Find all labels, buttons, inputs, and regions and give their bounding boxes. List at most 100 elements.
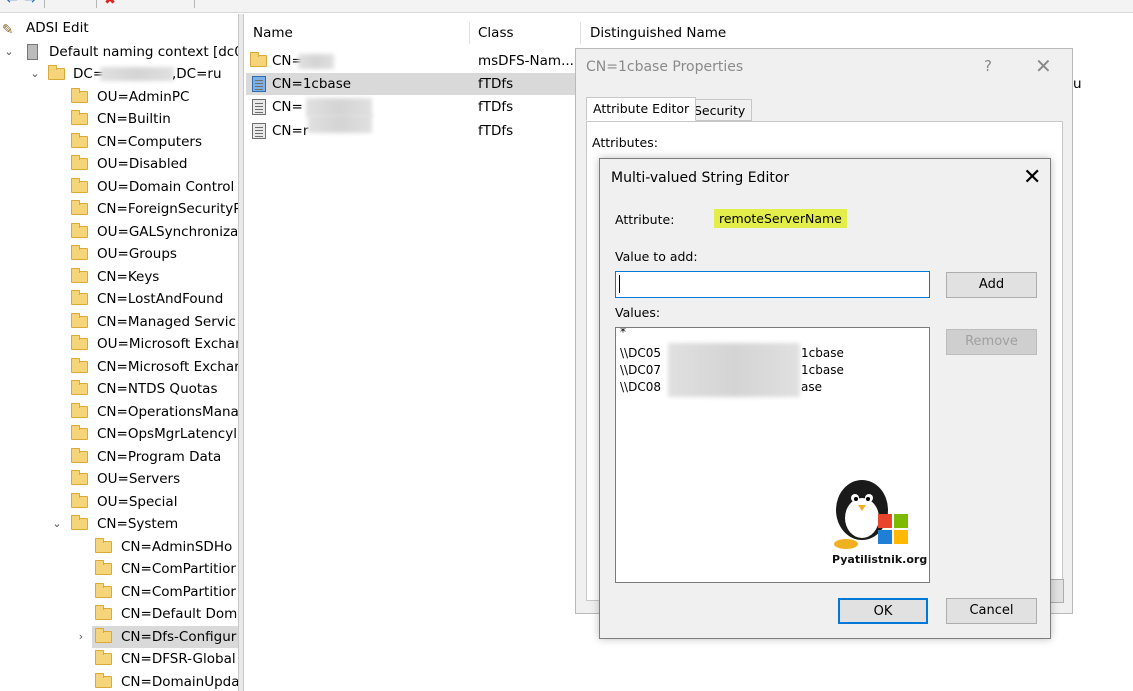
value-to-add-input[interactable] xyxy=(615,271,930,298)
tree-item[interactable]: OU=Microsoft Exchar xyxy=(0,333,238,355)
value-item[interactable]: \\DC07 1cbase xyxy=(620,362,844,378)
tree-item[interactable]: CN=OperationsMana xyxy=(0,401,238,423)
folder-icon xyxy=(71,245,88,260)
folder-icon xyxy=(71,515,88,530)
value-suffix: 1cbase xyxy=(801,346,844,360)
tree-item-selected[interactable]: › CN=Dfs-Configur xyxy=(79,626,238,648)
tree-item[interactable]: CN=ComPartitior xyxy=(0,558,238,580)
tree-item[interactable]: CN=Builtin xyxy=(0,108,238,130)
forward-arrow-icon[interactable]: → xyxy=(22,0,38,8)
remove-button[interactable]: Remove xyxy=(946,329,1037,355)
tree-item-label: CN=ForeignSecurityP xyxy=(97,201,238,217)
add-button[interactable]: Add xyxy=(946,272,1037,298)
tree-item[interactable]: CN=AdminSDHo xyxy=(0,536,238,558)
folder-icon xyxy=(71,470,88,485)
tree-item-label: CN=Keys xyxy=(97,269,160,285)
help-icon[interactable]: ▀ xyxy=(200,0,216,8)
refresh-icon[interactable]: ▀ xyxy=(146,0,162,8)
show-tree-icon[interactable]: ▀ xyxy=(72,0,88,8)
folder-icon xyxy=(71,200,88,215)
tree-item[interactable]: CN=Keys xyxy=(0,266,238,288)
tree-item-label: OU=Special xyxy=(97,494,178,510)
tree-naming-context[interactable]: ⌄ Default naming context [dc0 xyxy=(0,41,238,63)
tree-item-system[interactable]: ⌄ CN=System xyxy=(0,513,238,535)
chevron-down-icon[interactable]: ⌄ xyxy=(2,41,16,63)
tree-item[interactable]: CN=ForeignSecurityP xyxy=(0,198,238,220)
list-row-name: CN=r xyxy=(272,123,309,139)
redacted-values xyxy=(668,343,800,397)
tree-item[interactable]: OU=Groups xyxy=(0,243,238,265)
tree-item[interactable]: CN=LostAndFound xyxy=(0,288,238,310)
cancel-button[interactable]: Cancel xyxy=(946,598,1037,624)
adsi-edit-icon: ✎ xyxy=(2,22,14,38)
tree-item[interactable]: OU=Servers xyxy=(0,468,238,490)
tree-item[interactable]: CN=Computers xyxy=(0,131,238,153)
folder-icon xyxy=(71,380,88,395)
toolbar-separator xyxy=(44,0,45,8)
value-item[interactable]: * xyxy=(620,328,626,340)
tree-item-label: OU=Servers xyxy=(97,471,181,487)
folder-icon xyxy=(95,560,112,575)
tree-item-label: CN=Dfs-Configur xyxy=(121,629,237,645)
value-item[interactable]: \\DC08 ase xyxy=(620,379,822,395)
list-row-selected[interactable]: CN=1cbase fTDfs xyxy=(246,73,576,95)
chevron-right-icon[interactable]: › xyxy=(74,626,88,648)
tree-item-label: CN=Managed Servic xyxy=(97,314,236,330)
tree-item[interactable]: CN=Program Data xyxy=(0,446,238,468)
tree-item[interactable]: CN=Managed Servic xyxy=(0,311,238,333)
column-header-name[interactable]: Name xyxy=(253,19,293,47)
attributes-label: Attributes: xyxy=(592,135,658,150)
console-icon[interactable]: ▀ xyxy=(222,0,238,8)
close-button[interactable]: ✕ xyxy=(1035,54,1052,78)
tree-item-label: CN=ComPartitior xyxy=(121,561,236,577)
list-row[interactable]: CN=r fTDfs xyxy=(246,114,576,142)
tab-security[interactable]: Security xyxy=(687,99,753,121)
tree-item[interactable]: OU=Domain Control xyxy=(0,176,238,198)
tree-item[interactable]: CN=ComPartitior xyxy=(0,581,238,603)
tree-item-label: CN=Program Data xyxy=(97,449,222,465)
back-arrow-icon[interactable]: ← xyxy=(4,0,20,8)
folder-icon xyxy=(95,628,112,643)
tree-item[interactable]: OU=GALSynchroniza xyxy=(0,221,238,243)
list-row-name: CN= xyxy=(272,99,303,115)
column-header-dn[interactable]: Distinguished Name xyxy=(590,19,726,47)
tree-item[interactable]: CN=Default Dom xyxy=(0,603,238,625)
list-row-class: msDFS-Nam... xyxy=(478,53,574,69)
value-prefix: \\DC05 xyxy=(620,346,661,360)
tree-item[interactable]: OU=Disabled xyxy=(0,153,238,175)
export-icon[interactable]: ▀ xyxy=(168,0,184,8)
help-button[interactable]: ? xyxy=(984,57,992,75)
value-suffix: ase xyxy=(801,380,822,394)
chevron-down-icon[interactable]: ⌄ xyxy=(50,513,64,535)
folder-icon[interactable]: ▀ xyxy=(50,0,66,8)
tab-attribute-editor[interactable]: Attribute Editor xyxy=(586,97,697,121)
attribute-name: remoteServerName xyxy=(714,209,847,228)
folder-icon xyxy=(250,52,267,67)
tree-domain-suffix: ,DC=ru xyxy=(172,66,222,82)
server-icon xyxy=(27,44,38,60)
tree-item[interactable]: CN=DFSR-Global xyxy=(0,648,238,670)
tree-item[interactable]: CN=NTDS Quotas xyxy=(0,378,238,400)
tree-item-label: CN=OperationsMana xyxy=(97,404,238,420)
column-divider[interactable] xyxy=(469,22,470,44)
pane-splitter[interactable] xyxy=(238,14,244,691)
tree-item[interactable]: CN=DomainUpda xyxy=(0,671,238,691)
tree-item[interactable]: CN=OpsMgrLatencyl xyxy=(0,423,238,445)
tree-item[interactable]: OU=AdminPC xyxy=(0,86,238,108)
text-caret xyxy=(619,275,620,293)
list-row[interactable]: CN= fTDfs xyxy=(246,96,576,118)
tree-domain[interactable]: ⌄ DC= ,DC=ru xyxy=(0,63,238,85)
tree-item[interactable]: OU=Special xyxy=(0,491,238,513)
close-button[interactable]: ✕ xyxy=(1023,165,1041,190)
column-divider[interactable] xyxy=(580,22,581,44)
list-row[interactable]: CN= msDFS-Nam... xyxy=(246,50,576,72)
value-item[interactable]: \\DC05 1cbase xyxy=(620,345,844,361)
column-header-class[interactable]: Class xyxy=(478,19,514,47)
delete-icon[interactable]: ✖ xyxy=(102,0,118,8)
tree-item[interactable]: CN=Microsoft Exchar xyxy=(0,356,238,378)
chevron-down-icon[interactable]: ⌄ xyxy=(28,63,42,85)
ok-button[interactable]: OK xyxy=(838,598,928,624)
editor-title: Multi-valued String Editor xyxy=(611,170,790,186)
properties-icon[interactable]: ▀ xyxy=(124,0,140,8)
redacted-domain xyxy=(100,67,174,81)
